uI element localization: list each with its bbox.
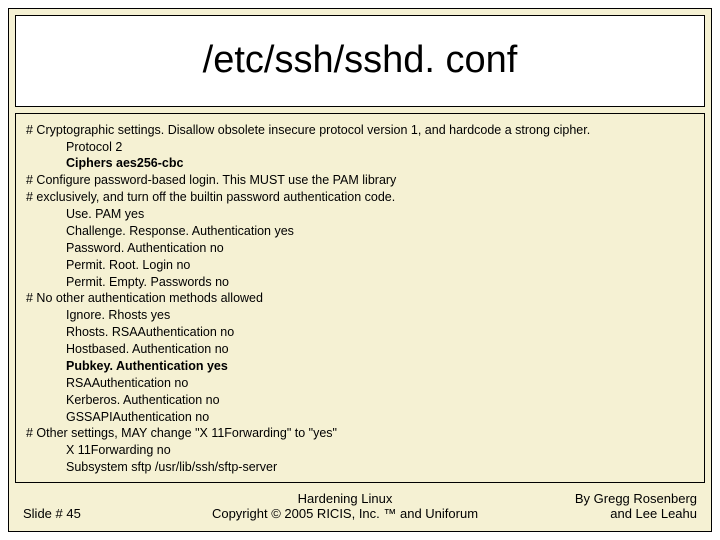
config-line: Challenge. Response. Authentication yes bbox=[26, 223, 694, 240]
config-line: Permit. Root. Login no bbox=[26, 257, 694, 274]
footer-author-line2: and Lee Leahu bbox=[557, 506, 697, 521]
config-line: Use. PAM yes bbox=[26, 206, 694, 223]
footer-center-line2: Copyright © 2005 RICIS, Inc. ™ and Unifo… bbox=[133, 506, 557, 521]
config-line: Password. Authentication no bbox=[26, 240, 694, 257]
config-line: RSAAuthentication no bbox=[26, 375, 694, 392]
content-box: # Cryptographic settings. Disallow obsol… bbox=[15, 113, 705, 483]
config-line: Kerberos. Authentication no bbox=[26, 392, 694, 409]
config-line: # No other authentication methods allowe… bbox=[26, 290, 694, 307]
config-line: X 11Forwarding no bbox=[26, 442, 694, 459]
footer-center-line1: Hardening Linux bbox=[133, 491, 557, 506]
slide-title: /etc/ssh/sshd. conf bbox=[203, 39, 518, 82]
config-line: # Other settings, MAY change "X 11Forwar… bbox=[26, 425, 694, 442]
footer-center: Hardening Linux Copyright © 2005 RICIS, … bbox=[133, 491, 557, 521]
config-line: # Cryptographic settings. Disallow obsol… bbox=[26, 122, 694, 139]
config-line: Pubkey. Authentication yes bbox=[26, 358, 694, 375]
config-line: Rhosts. RSAAuthentication no bbox=[26, 324, 694, 341]
config-line: # Configure password-based login. This M… bbox=[26, 172, 694, 189]
footer-author-line1: By Gregg Rosenberg bbox=[557, 491, 697, 506]
config-line: Subsystem sftp /usr/lib/ssh/sftp-server bbox=[26, 459, 694, 476]
config-line: Ciphers aes256-cbc bbox=[26, 155, 694, 172]
config-line: GSSAPIAuthentication no bbox=[26, 409, 694, 426]
title-box: /etc/ssh/sshd. conf bbox=[15, 15, 705, 107]
config-line: Hostbased. Authentication no bbox=[26, 341, 694, 358]
config-line: Ignore. Rhosts yes bbox=[26, 307, 694, 324]
slide: /etc/ssh/sshd. conf # Cryptographic sett… bbox=[8, 8, 712, 532]
footer: Slide # 45 Hardening Linux Copyright © 2… bbox=[9, 483, 711, 531]
slide-number: Slide # 45 bbox=[23, 506, 133, 521]
config-line: # exclusively, and turn off the builtin … bbox=[26, 189, 694, 206]
footer-author: By Gregg Rosenberg and Lee Leahu bbox=[557, 491, 697, 521]
config-line: Protocol 2 bbox=[26, 139, 694, 156]
config-line: Permit. Empty. Passwords no bbox=[26, 274, 694, 291]
